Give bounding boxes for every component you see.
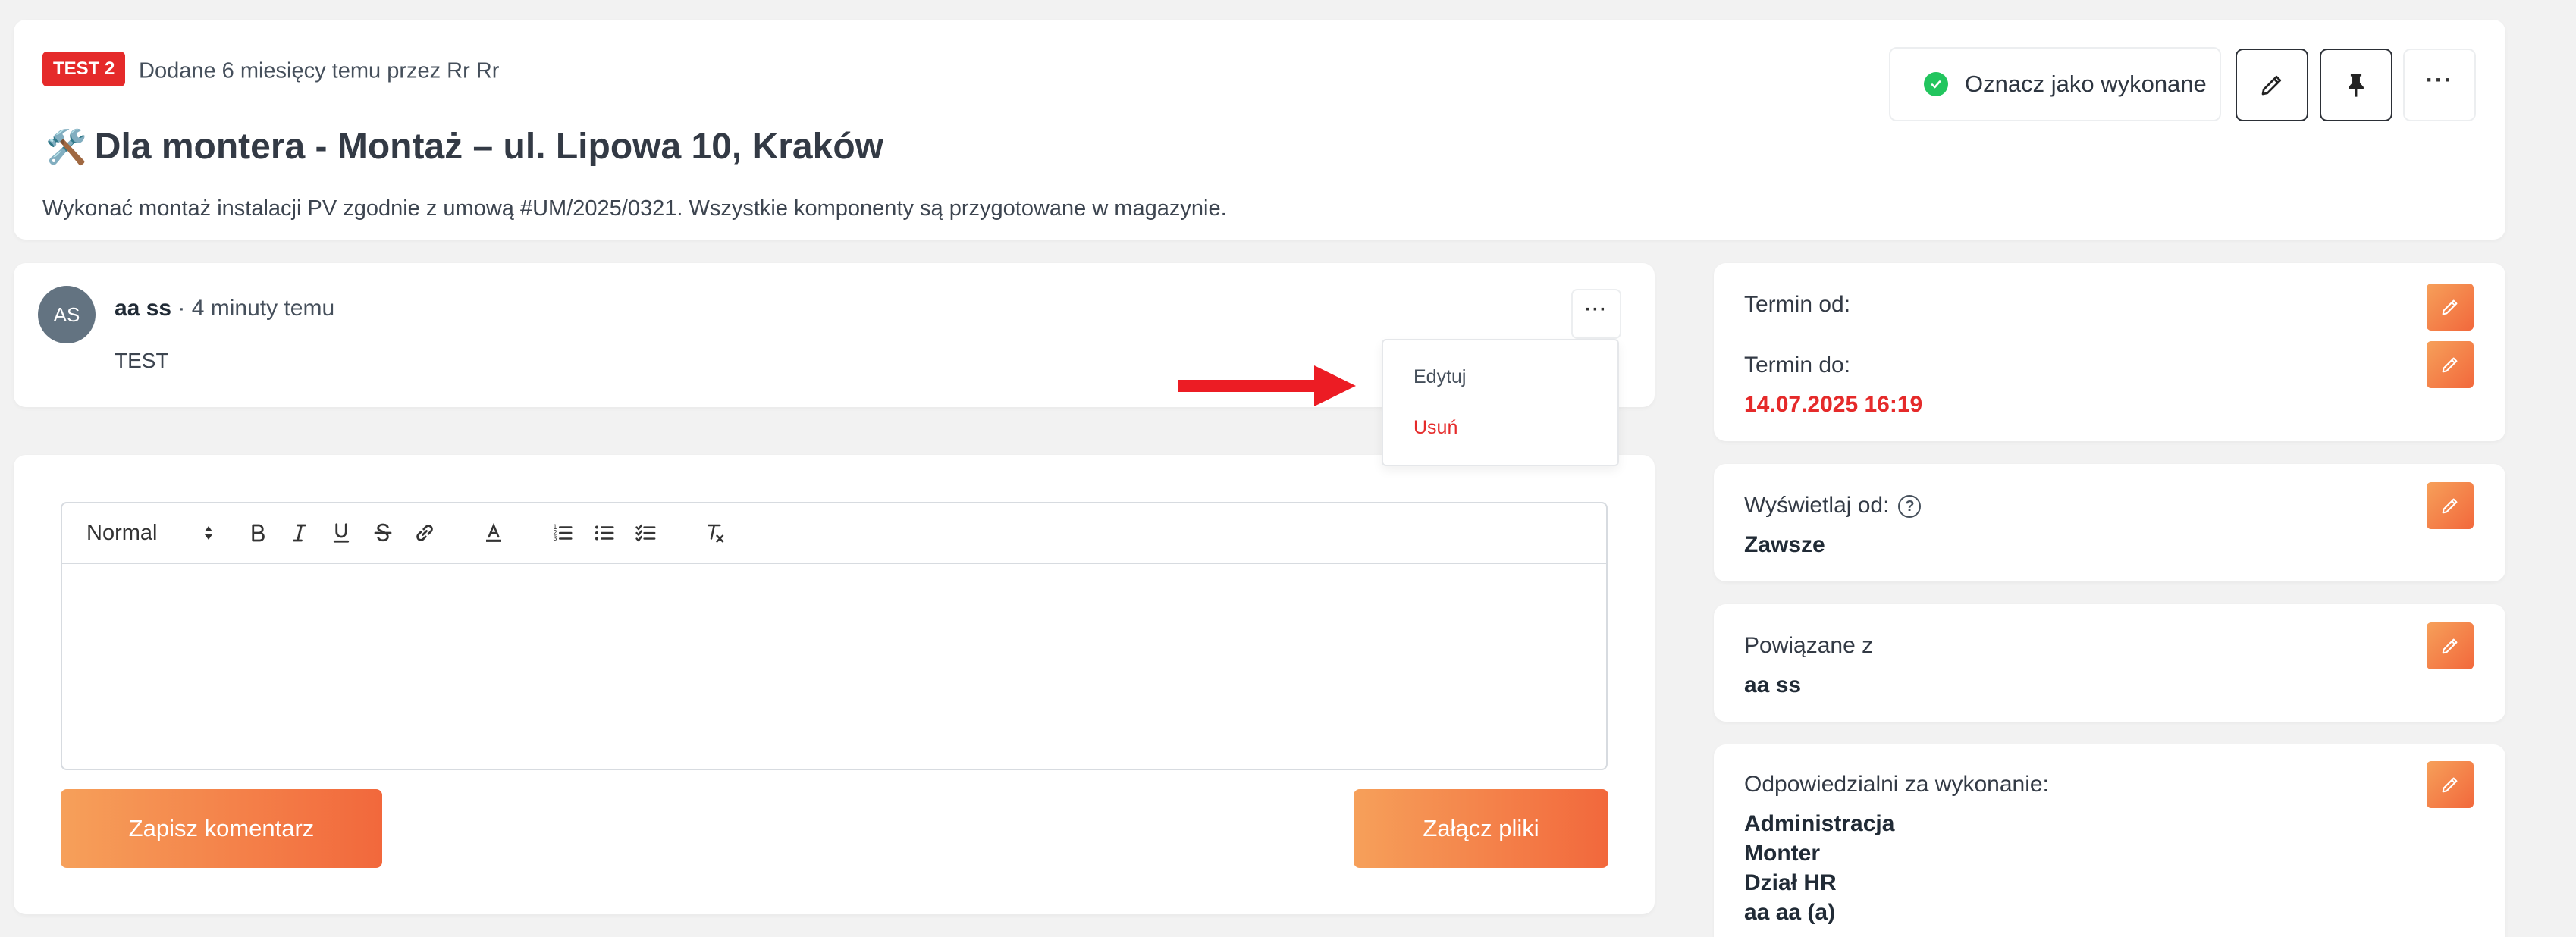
task-meta: Dodane 6 miesięcy temu przez Rr Rr — [139, 58, 500, 83]
task-description: Wykonać montaż instalacji PV zgodnie z u… — [42, 196, 1227, 221]
page-title-text: Dla montera - Montaż – ul. Lipowa 10, Kr… — [94, 127, 883, 167]
edit-task-button[interactable] — [2236, 49, 2308, 121]
ordered-list-button[interactable]: 123 — [548, 518, 578, 548]
dates-card: Termin od: Termin do: 14.07.2025 16:19 — [1714, 263, 2505, 441]
sort-arrows-icon — [205, 526, 212, 540]
editor-text-area[interactable] — [62, 564, 1606, 770]
mark-done-button[interactable]: Oznacz jako wykonane — [1889, 47, 2221, 121]
rich-text-editor: Normal 123 — [61, 502, 1608, 770]
format-select-value: Normal — [86, 520, 158, 545]
strike-button[interactable] — [368, 518, 398, 548]
pin-task-button[interactable] — [2320, 49, 2392, 121]
bold-icon — [252, 524, 265, 542]
save-comment-button[interactable]: Zapisz komentarz — [61, 789, 382, 868]
comment-author: aa ss — [115, 296, 172, 321]
more-dots-icon: ··· — [1585, 299, 1608, 320]
comment-text: TEST — [115, 349, 169, 372]
display-from-label: Wyświetlaj od:? — [1744, 493, 1922, 519]
format-select[interactable]: Normal — [86, 521, 214, 546]
bold-button[interactable] — [243, 518, 273, 548]
edit-responsible-button[interactable] — [2427, 761, 2474, 808]
tools-icon: 🛠️ — [45, 129, 87, 166]
comment-editor-card: Normal 123 Zapisz komentarz Załącz pliki — [14, 455, 1655, 914]
term-to-value: 14.07.2025 16:19 — [1744, 392, 1923, 417]
responsible-card: Odpowiedzialni za wykonanie: Administrac… — [1714, 744, 2505, 937]
list-item: Monter — [1744, 841, 1820, 866]
svg-text:3: 3 — [554, 534, 557, 542]
responsible-list: Administracja Monter Dział HR aa aa (a) — [1744, 809, 1894, 927]
pin-icon — [2349, 74, 2364, 97]
pencil-icon — [2442, 777, 2458, 793]
text-color-icon — [486, 522, 501, 542]
mark-done-label: Oznacz jako wykonane — [1965, 71, 2207, 97]
edit-related-button[interactable] — [2427, 622, 2474, 669]
related-card: Powiązane z aa ss — [1714, 604, 2505, 722]
text-color-button[interactable] — [478, 518, 509, 548]
display-from-value: Zawsze — [1744, 532, 1825, 557]
strikethrough-icon — [374, 523, 392, 542]
clear-format-icon — [708, 524, 724, 543]
task-header-card: TEST 2 Dodane 6 miesięcy temu przez Rr R… — [14, 20, 2505, 240]
term-from-label: Termin od: — [1744, 292, 1851, 317]
bullet-list-icon — [595, 525, 614, 541]
pencil-icon — [2442, 299, 2458, 315]
avatar: AS — [38, 286, 96, 343]
edit-term-to-button[interactable] — [2427, 341, 2474, 388]
pencil-icon — [2442, 357, 2458, 373]
help-icon[interactable]: ? — [1898, 495, 1922, 519]
list-item: aa aa (a) — [1744, 900, 1836, 925]
red-arrow-icon — [1178, 365, 1356, 406]
list-item: Dział HR — [1744, 870, 1837, 895]
task-tag: TEST 2 — [42, 52, 126, 86]
underline-icon — [333, 523, 350, 543]
editor-toolbar: Normal 123 — [62, 503, 1606, 564]
underline-button[interactable] — [326, 518, 356, 548]
term-to-label: Termin do: — [1744, 353, 1851, 378]
italic-button[interactable] — [284, 518, 315, 548]
comment-dropdown-menu: Edytuj Usuń — [1382, 339, 1619, 466]
list-item: Administracja — [1744, 811, 1895, 836]
page-title: 🛠️ Dla montera - Montaż – ul. Lipowa 10, … — [45, 126, 883, 168]
italic-icon — [293, 524, 306, 542]
display-from-card: Wyświetlaj od:? Zawsze — [1714, 464, 2505, 581]
menu-item-edit[interactable]: Edytuj — [1414, 366, 1466, 388]
task-more-button[interactable]: ··· — [2403, 49, 2476, 121]
edit-term-from-button[interactable] — [2427, 284, 2474, 331]
comment-meta: aa ss · 4 minuty temu — [115, 296, 334, 321]
ordered-list-icon: 123 — [554, 523, 573, 542]
pencil-icon — [2442, 638, 2458, 654]
pencil-icon — [2442, 498, 2458, 514]
related-value: aa ss — [1744, 672, 1802, 697]
checklist-icon — [635, 524, 656, 542]
edit-display-from-button[interactable] — [2427, 482, 2474, 529]
check-circle-icon — [1924, 72, 1948, 96]
link-button[interactable] — [409, 518, 440, 548]
bullet-list-button[interactable] — [589, 518, 620, 548]
pencil-icon — [2261, 75, 2282, 96]
menu-item-delete[interactable]: Usuń — [1414, 417, 1457, 439]
clear-format-button[interactable] — [700, 518, 730, 548]
comment-more-button[interactable]: ··· — [1571, 289, 1621, 339]
responsible-label: Odpowiedzialni za wykonanie: — [1744, 772, 2049, 797]
attach-files-button[interactable]: Załącz pliki — [1354, 789, 1608, 868]
comment-time: · 4 minuty temu — [171, 296, 335, 321]
checklist-button[interactable] — [631, 518, 661, 548]
link-icon — [416, 525, 433, 541]
more-dots-icon: ··· — [2426, 67, 2453, 92]
related-label: Powiązane z — [1744, 633, 1874, 658]
